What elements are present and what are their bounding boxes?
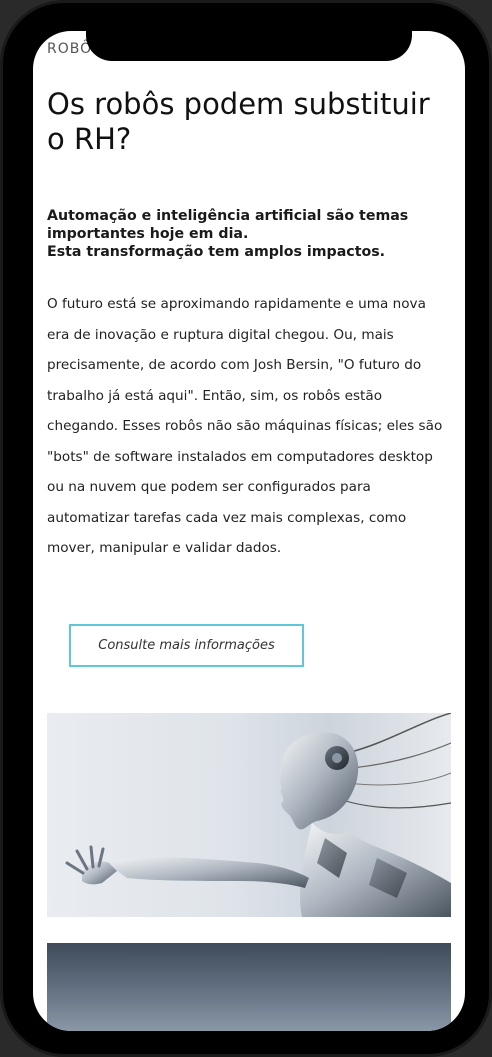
- more-info-button[interactable]: Consulte mais informações: [69, 624, 304, 667]
- lead-line-1: Automação e inteligência artificial são …: [47, 208, 409, 242]
- robot-illustration: [65, 713, 451, 917]
- phone-frame: ROBÔ Os robôs podem substituir o RH? Aut…: [0, 0, 492, 1057]
- phone-screen: ROBÔ Os robôs podem substituir o RH? Aut…: [33, 31, 465, 1031]
- sky-image: [47, 943, 451, 1031]
- page-title: Os robôs podem substituir o RH?: [47, 87, 430, 156]
- robot-hero-image: [47, 713, 451, 917]
- article-kicker: ROBÔ: [47, 41, 93, 57]
- article-lead: Automação e inteligência artificial são …: [47, 207, 451, 261]
- phone-notch: [86, 31, 412, 61]
- lead-line-2: Esta transformação tem amplos impactos.: [47, 244, 386, 260]
- article-body: O futuro está se aproximando rapidamente…: [47, 296, 443, 556]
